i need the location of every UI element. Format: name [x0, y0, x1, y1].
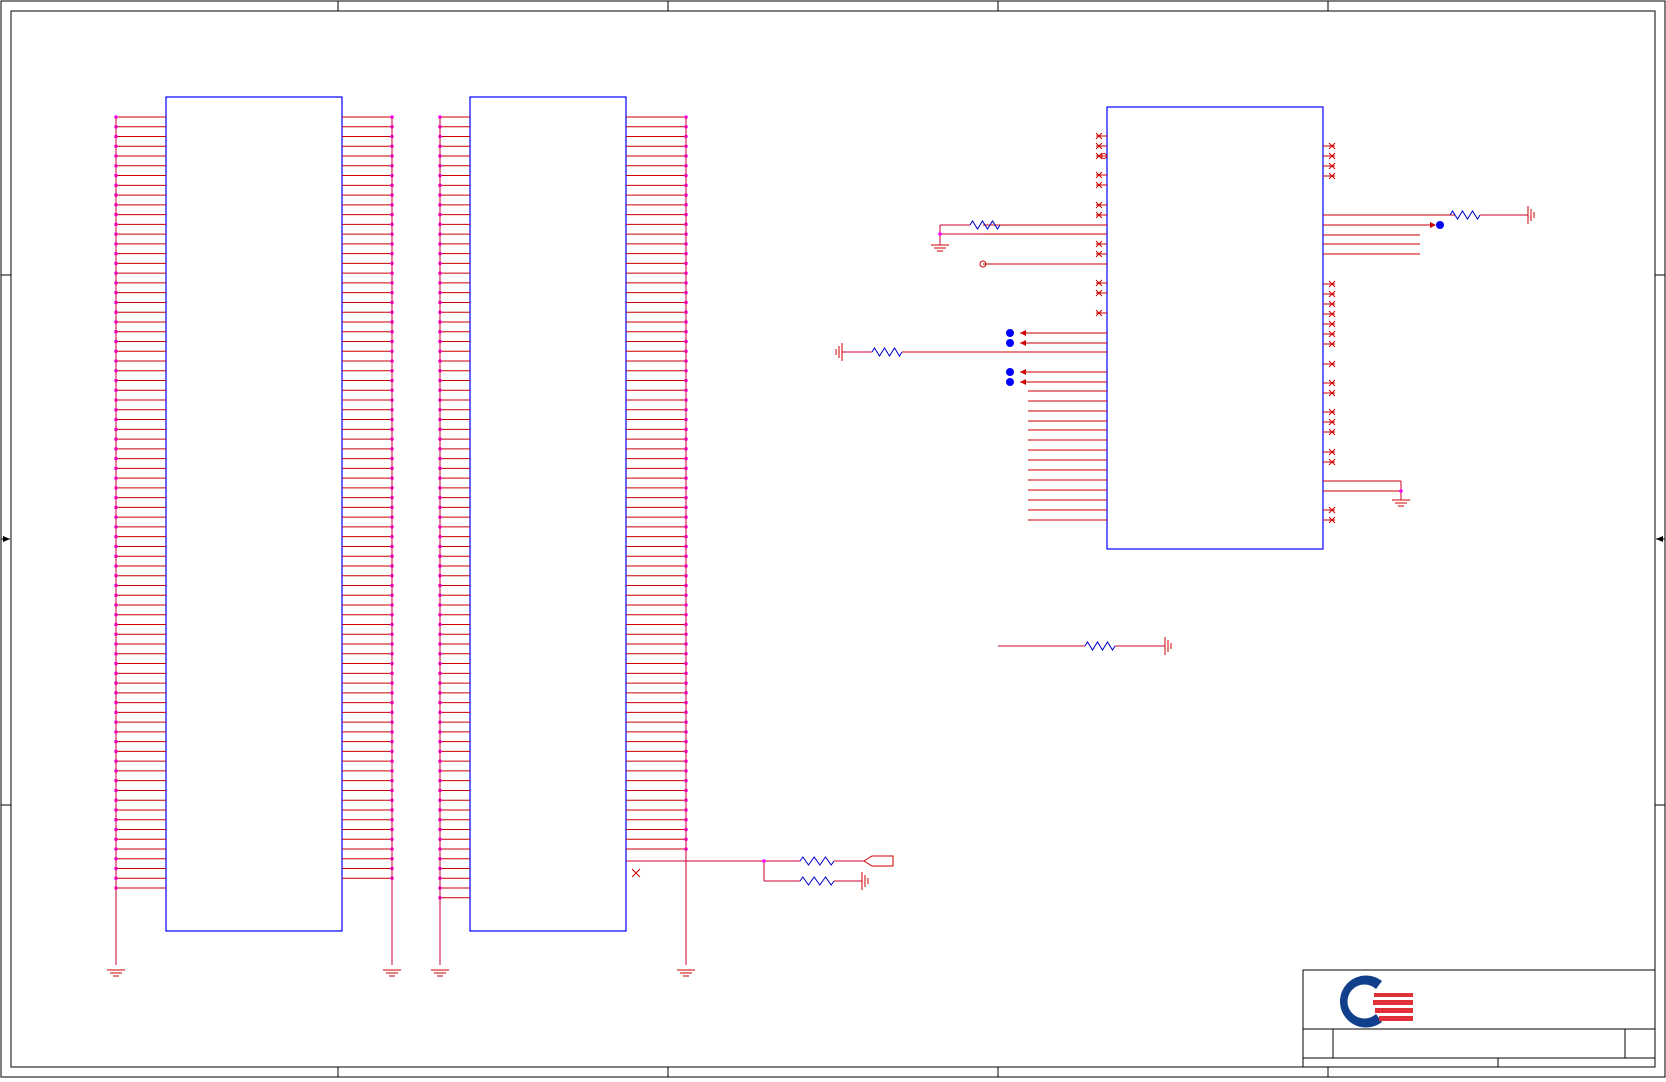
- resistor-zigzag: [1449, 210, 1481, 220]
- sheet-frame: [0, 0, 1666, 1078]
- ground-symbol-icon: [1527, 206, 1535, 224]
- connector-part-1-body: [165, 96, 343, 932]
- port-arrow: [1020, 340, 1026, 346]
- port-arrow: [1020, 369, 1026, 375]
- resistor-zigzag: [969, 220, 1001, 230]
- resistor-icon: [871, 347, 903, 357]
- signal-port-flag: [863, 855, 894, 867]
- ground-symbols: [107, 117, 695, 977]
- ic-external-circuitry: [835, 153, 1535, 507]
- connector-part-1-right-pins: [342, 115, 394, 882]
- port-arrow: [1430, 222, 1436, 228]
- port-dot: [1436, 221, 1444, 229]
- ground-symbol-icon: [835, 343, 843, 361]
- ground-symbol-icon: [861, 872, 869, 890]
- ground-symbol-icon: [431, 969, 449, 977]
- company-logo-icon: [1340, 975, 1413, 1028]
- ground-symbol-icon: [107, 969, 125, 977]
- bottom-resistors: [762, 856, 869, 890]
- port-dot: [1006, 339, 1014, 347]
- port-dot: [1006, 378, 1014, 386]
- resistor-icon: [1449, 210, 1481, 220]
- resistor-zigzag: [799, 856, 835, 866]
- ground-symbol-icon: [383, 969, 401, 977]
- bottom-resistor-network: [626, 860, 800, 882]
- connector-part-2-body: [469, 96, 627, 932]
- zone-arrow-right: [1656, 536, 1665, 542]
- resistor-zigzag: [1084, 641, 1116, 651]
- connector-part-2-left-pins: [438, 115, 470, 902]
- junction-dot: [762, 859, 766, 863]
- ground-symbol-icon: [1164, 637, 1172, 655]
- resistor-icon: [799, 856, 835, 866]
- resistor-icon: [969, 220, 1001, 230]
- connector-part-2-right-pins: [626, 115, 688, 852]
- resistor-zigzag: [799, 876, 835, 886]
- junction-dot: [1399, 489, 1403, 493]
- port-dot: [1006, 329, 1014, 337]
- port-arrow: [1020, 330, 1026, 336]
- zone-arrow-left: [1, 536, 10, 542]
- ground-symbol-icon: [931, 244, 949, 252]
- junction-dot: [938, 232, 942, 236]
- ic-no-connect-marks: [1095, 132, 1336, 524]
- resistor-zigzag: [871, 347, 903, 357]
- port-dot: [1006, 368, 1014, 376]
- schematic-canvas: [0, 0, 1666, 1078]
- ground-symbol-icon: [1392, 499, 1410, 507]
- resistor-icon: [799, 876, 835, 886]
- no-connect-icon: [631, 868, 641, 878]
- connector-part-1-left-pins: [114, 115, 166, 892]
- port-arrow: [1020, 379, 1026, 385]
- ic-pins: [983, 135, 1455, 521]
- schematic-sheet: [0, 0, 1666, 1078]
- resistor-icon: [1084, 641, 1116, 651]
- ground-symbol-icon: [677, 969, 695, 977]
- ic-body: [1106, 106, 1324, 550]
